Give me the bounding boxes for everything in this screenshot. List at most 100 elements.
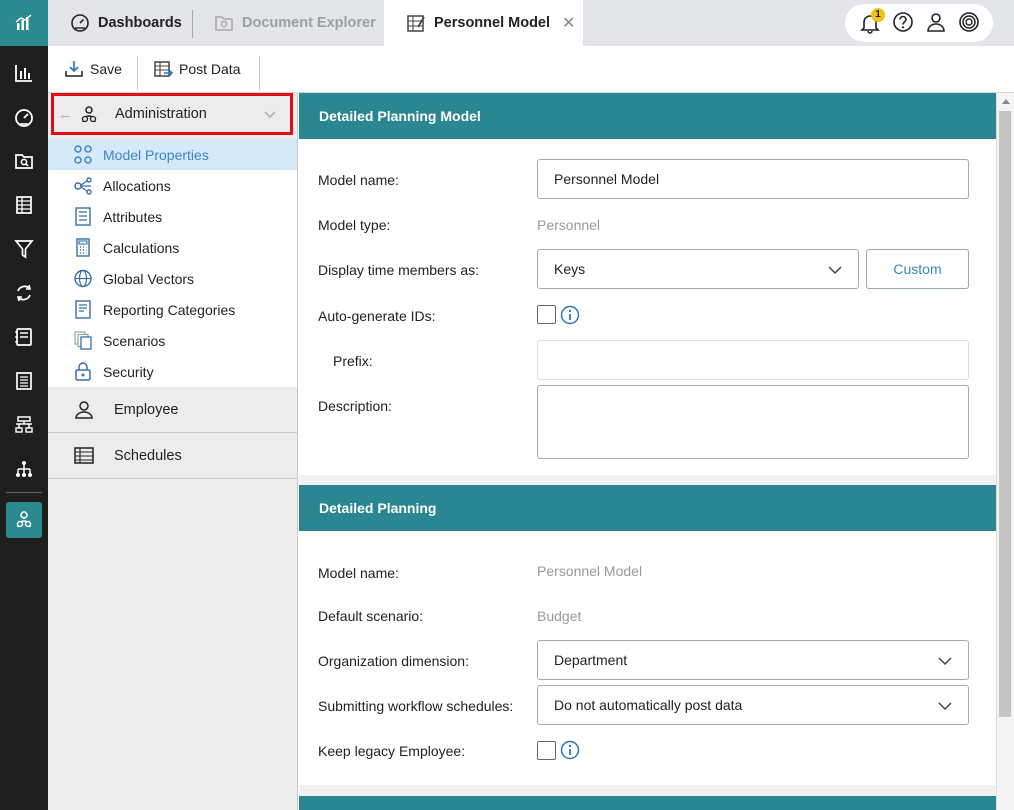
display-time-value: Keys	[554, 261, 586, 277]
custom-button[interactable]: Custom	[866, 249, 969, 289]
submitting-workflow-value: Do not automatically post data	[554, 697, 743, 713]
sidebar-item-model-properties[interactable]: Model Properties	[48, 139, 297, 170]
sidebar-item-global-vectors[interactable]: Global Vectors	[48, 263, 297, 294]
main-content: Detailed Planning Model Model name: Pers…	[299, 93, 996, 810]
sidebar-item-reporting-categories[interactable]: Reporting Categories	[48, 294, 297, 325]
help-icon[interactable]	[892, 11, 914, 36]
dashboard-gauge-icon	[71, 14, 89, 32]
organization-dimension-value: Department	[554, 652, 628, 668]
auto-generate-ids-checkbox[interactable]	[537, 305, 556, 324]
tab-document-explorer[interactable]: Document Explorer	[214, 0, 376, 46]
spreadsheet-icon[interactable]	[6, 187, 42, 223]
tab-bar: Dashboards Document Explorer Personnel M…	[48, 0, 1014, 46]
model-name-input[interactable]: Personnel Model	[537, 159, 969, 199]
save-button[interactable]: Save	[64, 46, 122, 92]
sidebar-item-label: Reporting Categories	[103, 301, 236, 318]
scrollbar-thumb[interactable]	[999, 111, 1011, 717]
post-data-button[interactable]: Post Data	[153, 46, 240, 92]
sidebar-item-label: Global Vectors	[103, 270, 195, 287]
filter-icon[interactable]	[6, 231, 42, 267]
scroll-up-arrow-icon[interactable]	[1001, 97, 1011, 105]
sidebar-item-security[interactable]: Security	[48, 356, 297, 387]
sidebar-group-employee[interactable]: Employee	[48, 388, 297, 433]
chevron-down-icon[interactable]	[264, 108, 276, 120]
panel-title: Detailed Planning Model	[299, 93, 996, 139]
submitting-workflow-select[interactable]: Do not automatically post data	[537, 685, 969, 725]
calculator-icon	[76, 238, 90, 257]
chevron-down-icon	[938, 702, 952, 711]
app-logo[interactable]	[0, 0, 48, 46]
sidebar-item-scenarios[interactable]: Scenarios	[48, 325, 297, 356]
user-profile-icon[interactable]	[925, 11, 947, 36]
info-icon[interactable]	[560, 305, 580, 325]
personnel-model-icon	[407, 15, 425, 32]
prefix-input[interactable]	[537, 340, 969, 380]
tab-divider	[192, 10, 193, 38]
schedules-icon	[74, 447, 94, 464]
model-properties-icon	[74, 145, 92, 164]
reports-nav-icon[interactable]	[6, 55, 42, 91]
dashboard-gauge-icon[interactable]	[6, 99, 42, 135]
auto-generate-ids-label: Auto-generate IDs:	[318, 308, 436, 324]
keep-legacy-employee-checkbox[interactable]	[537, 741, 556, 760]
keep-legacy-employee-label: Keep legacy Employee:	[318, 743, 466, 759]
organization-dimension-select[interactable]: Department	[537, 640, 969, 680]
structure-icon[interactable]	[6, 407, 42, 443]
tab-label: Personnel Model	[434, 15, 551, 31]
sidebar-item-attributes[interactable]: Attributes	[48, 201, 297, 232]
description-label: Description:	[318, 398, 392, 414]
dp-model-name-label: Model name:	[318, 565, 399, 581]
sync-icon[interactable]	[6, 275, 42, 311]
app-switcher-icon[interactable]	[958, 11, 980, 36]
document-search-icon	[215, 16, 233, 31]
lock-icon	[75, 362, 91, 381]
chevron-down-icon	[828, 266, 842, 275]
sidebar-group-administration[interactable]: ← Administration	[51, 93, 293, 135]
default-scenario-value: Budget	[537, 608, 582, 624]
sidebar-item-label: Security	[103, 363, 154, 380]
tab-label: Dashboards	[98, 15, 182, 31]
post-data-label: Post Data	[179, 61, 241, 77]
toolbar-divider	[137, 56, 138, 90]
tab-personnel-model[interactable]: Personnel Model ✕	[384, 0, 583, 46]
attributes-icon	[75, 207, 91, 226]
display-time-select[interactable]: Keys	[537, 249, 859, 289]
dp-model-name-value: Personnel Model	[537, 563, 643, 579]
close-tab-icon[interactable]: ✕	[562, 13, 575, 33]
employee-label: Employee	[114, 402, 179, 418]
notebook-icon[interactable]	[6, 319, 42, 355]
panel-title: Detailed Planning	[299, 485, 996, 531]
top-icon-group: 1	[845, 4, 993, 42]
content-scrollbar[interactable]	[996, 93, 1014, 810]
model-type-value: Personnel	[537, 217, 601, 233]
toolbar-divider	[259, 56, 260, 90]
globe-icon	[74, 269, 92, 288]
sidebar-item-label: Scenarios	[103, 332, 166, 349]
administration-nav-icon[interactable]	[6, 502, 42, 538]
post-data-icon	[154, 61, 173, 77]
schedules-label: Schedules	[114, 448, 182, 464]
toolbar: Save Post Data	[48, 46, 1014, 93]
sidebar-group-schedules[interactable]: Schedules	[48, 434, 297, 479]
sidebar-item-label: Model Properties	[103, 146, 209, 163]
download-save-icon	[65, 61, 83, 77]
document-search-icon[interactable]	[6, 143, 42, 179]
description-textarea[interactable]	[537, 385, 969, 459]
sidebar-item-label: Attributes	[103, 208, 163, 225]
back-arrow-icon[interactable]: ←	[58, 106, 73, 123]
sidebar-item-calculations[interactable]: Calculations	[48, 232, 297, 263]
info-icon[interactable]	[560, 740, 580, 760]
tab-label: Document Explorer	[242, 15, 376, 31]
tab-dashboards[interactable]: Dashboards	[70, 0, 182, 46]
app-rail	[0, 0, 48, 810]
list-report-icon[interactable]	[6, 363, 42, 399]
prefix-label: Prefix:	[333, 353, 373, 369]
analytics-logo-icon	[15, 14, 32, 30]
save-label: Save	[90, 61, 122, 77]
allocations-icon	[74, 177, 92, 195]
detailed-planning-model-panel: Detailed Planning Model Model name: Pers…	[299, 93, 996, 475]
sidebar-item-allocations[interactable]: Allocations	[48, 170, 297, 201]
sidebar-items: Model Properties Allocations Attributes …	[48, 139, 297, 387]
notification-count-badge: 1	[871, 8, 885, 22]
hierarchy-icon[interactable]	[6, 451, 42, 487]
